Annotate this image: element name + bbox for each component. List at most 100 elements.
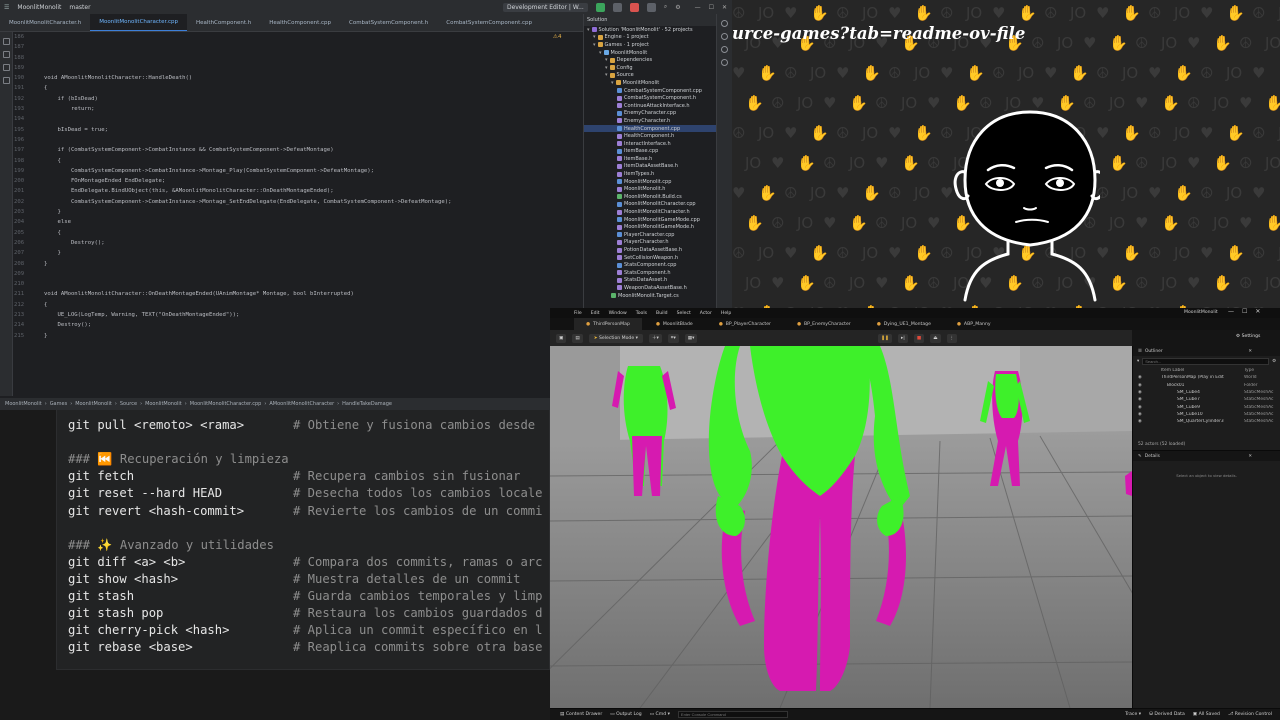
outliner-row[interactable]: ◉ Block01 Folder bbox=[1133, 382, 1280, 389]
close-details-icon[interactable]: ✕ bbox=[1248, 454, 1280, 459]
outliner-row[interactable]: ◉ SM_Cube10 StaticMeshAc bbox=[1133, 411, 1280, 418]
visibility-eye-icon[interactable]: ◉ bbox=[1138, 405, 1142, 410]
ai-assistant-icon[interactable] bbox=[721, 46, 728, 53]
solution-tree-item[interactable]: ▾ Config bbox=[584, 64, 716, 72]
solution-tree-item[interactable]: PotionDataAssetBase.h bbox=[584, 246, 716, 254]
expand-chevron-icon[interactable]: ▾ bbox=[605, 72, 608, 78]
solution-tree-item[interactable]: EnemyCharacter.h bbox=[584, 117, 716, 125]
solution-tree-item[interactable]: ContinueAttackInterface.h bbox=[584, 102, 716, 110]
pause-button[interactable]: ❚❚ bbox=[878, 333, 892, 343]
settings-icon[interactable]: ⚙ bbox=[675, 4, 680, 11]
menu-item[interactable]: Help bbox=[721, 311, 731, 316]
solution-tree-item[interactable]: CombatSystemComponent.h bbox=[584, 94, 716, 102]
menu-item[interactable]: Select bbox=[677, 311, 691, 316]
unreal-blueprints-icon[interactable] bbox=[721, 59, 728, 66]
all-saved-indicator[interactable]: ▣ All Saved bbox=[1193, 712, 1220, 717]
solution-tree-item[interactable]: ▾ MoonlitMonolit bbox=[584, 79, 716, 87]
expand-chevron-icon[interactable]: ▾ bbox=[611, 80, 614, 86]
cmd-dropdown[interactable]: ▭ Cmd ▾ bbox=[650, 712, 670, 717]
solution-tree-item[interactable]: MoonlitMonolit.h bbox=[584, 185, 716, 193]
solution-tree-item[interactable]: ▾ Engine · 1 project bbox=[584, 34, 716, 42]
solution-tree-item[interactable]: MoonlitMonolitCharacter.cpp bbox=[584, 201, 716, 209]
filter-icon[interactable]: ▾ bbox=[1137, 359, 1139, 364]
expand-chevron-icon[interactable]: ▾ bbox=[593, 34, 596, 40]
editor-tab[interactable]: HealthComponent.cpp bbox=[260, 14, 340, 31]
debug-icon[interactable] bbox=[612, 2, 622, 12]
eject-button[interactable]: ⏏ bbox=[930, 333, 941, 343]
expand-chevron-icon[interactable]: ▾ bbox=[593, 42, 596, 48]
code-area[interactable]: 186 187 188 189 190 void AMoonlitMonolitChara… bbox=[14, 32, 583, 396]
solution-tree-item[interactable]: HealthComponent.cpp bbox=[584, 124, 716, 133]
breadcrumb-item[interactable]: MoonlitMonolit bbox=[5, 401, 42, 407]
output-log-button[interactable]: ▭ Output Log bbox=[610, 712, 641, 717]
minimize-window-button[interactable]: — bbox=[695, 4, 701, 11]
level-tab[interactable]: ● Dying_UE1_Montage bbox=[865, 318, 943, 330]
content-drawer-button[interactable]: ▤ Content Drawer bbox=[560, 712, 602, 717]
solution-tree-item[interactable]: MoonlitMonolitGameMode.cpp bbox=[584, 216, 716, 224]
editor-tab[interactable]: MoonlitMonolitCharacter.cpp bbox=[90, 14, 187, 31]
editor-tab[interactable]: CombatSystemComponent.cpp bbox=[437, 14, 541, 31]
expand-chevron-icon[interactable]: ▾ bbox=[599, 50, 602, 56]
solution-tree-item[interactable]: MoonlitMonolit.Build.cs bbox=[584, 193, 716, 201]
level-viewport[interactable] bbox=[550, 346, 1132, 708]
close-outliner-icon[interactable]: ✕ bbox=[1248, 349, 1280, 354]
console-command-input[interactable] bbox=[677, 711, 788, 718]
solution-tree-item[interactable]: StatsComponent.h bbox=[584, 269, 716, 277]
cinematics-icon[interactable]: ▦▾ bbox=[684, 333, 698, 343]
close-window-button[interactable]: ✕ bbox=[722, 4, 727, 11]
solution-tree-item[interactable]: ItemBase.h bbox=[584, 155, 716, 163]
run-icon[interactable] bbox=[595, 2, 605, 12]
solution-tree-item[interactable]: WeaponDataAssetBase.h bbox=[584, 284, 716, 292]
settings-dropdown[interactable]: ⚙ Settings bbox=[1236, 334, 1260, 339]
solution-tree-item[interactable]: SetCollisionWeapon.h bbox=[584, 254, 716, 262]
solution-tree-item[interactable]: ▾ MoonlitMonolit bbox=[584, 49, 716, 57]
revision-control-button[interactable]: ⎇ Revision Control bbox=[1228, 712, 1272, 717]
solution-tree-item[interactable]: ItemDataAssetBase.h bbox=[584, 163, 716, 171]
commit-tool-icon[interactable] bbox=[2, 51, 10, 58]
structure-tool-icon[interactable] bbox=[2, 64, 10, 71]
outliner-row[interactable]: ◉ ThirdPersonMap (Play in Edit World bbox=[1133, 374, 1280, 381]
notifications-icon[interactable] bbox=[721, 20, 728, 27]
level-tab[interactable]: ● BP_EnemyCharacter bbox=[785, 318, 863, 330]
solution-tree-item[interactable]: PlayerCharacter.cpp bbox=[584, 231, 716, 239]
project-tool-icon[interactable] bbox=[2, 38, 10, 45]
run-config-selector[interactable]: Development Editor | W... bbox=[502, 2, 588, 12]
solution-tree-item[interactable]: MoonlitMonolitCharacter.h bbox=[584, 208, 716, 216]
menu-item[interactable]: Tools bbox=[636, 311, 647, 316]
solution-tree-item[interactable]: MoonlitMonolit.Target.cs bbox=[584, 292, 716, 300]
solution-tree-item[interactable]: CombatSystemComponent.cpp bbox=[584, 87, 716, 95]
expand-chevron-icon[interactable]: ▾ bbox=[605, 57, 608, 63]
visibility-eye-icon[interactable]: ◉ bbox=[1138, 397, 1142, 402]
menu-item[interactable]: Build bbox=[656, 311, 668, 316]
save-icon[interactable]: ▣ bbox=[556, 333, 567, 343]
stop-button[interactable]: ■ bbox=[913, 333, 925, 343]
project-switcher[interactable]: MoonlitMonolit bbox=[17, 4, 61, 11]
menu-item[interactable]: File bbox=[574, 311, 582, 316]
outliner-row[interactable]: ◉ SM_Cube4 StaticMeshAc bbox=[1133, 389, 1280, 396]
solution-tree-item[interactable]: ▾ Source bbox=[584, 72, 716, 80]
solution-tree-item[interactable]: ItemTypes.h bbox=[584, 170, 716, 178]
level-tab[interactable]: ● ThirdPersonMap bbox=[574, 318, 642, 330]
menu-item[interactable]: Actor bbox=[700, 311, 712, 316]
visibility-eye-icon[interactable]: ◉ bbox=[1138, 390, 1142, 395]
level-tab[interactable]: ● MoonlitBlade bbox=[644, 318, 705, 330]
maximize-window-button[interactable]: ☐ bbox=[709, 4, 714, 11]
outliner-settings-icon[interactable]: ⚙ bbox=[1272, 359, 1276, 364]
expand-chevron-icon[interactable]: ▾ bbox=[587, 27, 590, 33]
content-icon[interactable]: ▤ bbox=[572, 333, 583, 343]
minimize-button[interactable]: — bbox=[1228, 308, 1234, 315]
visibility-eye-icon[interactable]: ◉ bbox=[1138, 375, 1142, 380]
outliner-row[interactable]: ◉ SM_Cube9 StaticMeshAc bbox=[1133, 403, 1280, 410]
more-icon[interactable] bbox=[646, 2, 656, 12]
solution-tree-item[interactable]: ItemBase.cpp bbox=[584, 148, 716, 156]
solution-tree-item[interactable]: StatsDataAsset.h bbox=[584, 277, 716, 285]
breadcrumb-item[interactable]: Games bbox=[50, 401, 68, 407]
editor-tab[interactable]: HealthComponent.h bbox=[187, 14, 260, 31]
solution-tree-item[interactable]: ▾ Games · 1 project bbox=[584, 41, 716, 49]
solution-tree-item[interactable]: ▾ Dependencies bbox=[584, 56, 716, 64]
menu-item[interactable]: Window bbox=[609, 311, 627, 316]
branch-switcher[interactable]: master bbox=[69, 4, 90, 11]
outliner-row[interactable]: ◉ SM_Cube7 StaticMeshAc bbox=[1133, 396, 1280, 403]
database-icon[interactable] bbox=[721, 33, 728, 40]
solution-tree-item[interactable]: StatsComponent.cpp bbox=[584, 261, 716, 269]
